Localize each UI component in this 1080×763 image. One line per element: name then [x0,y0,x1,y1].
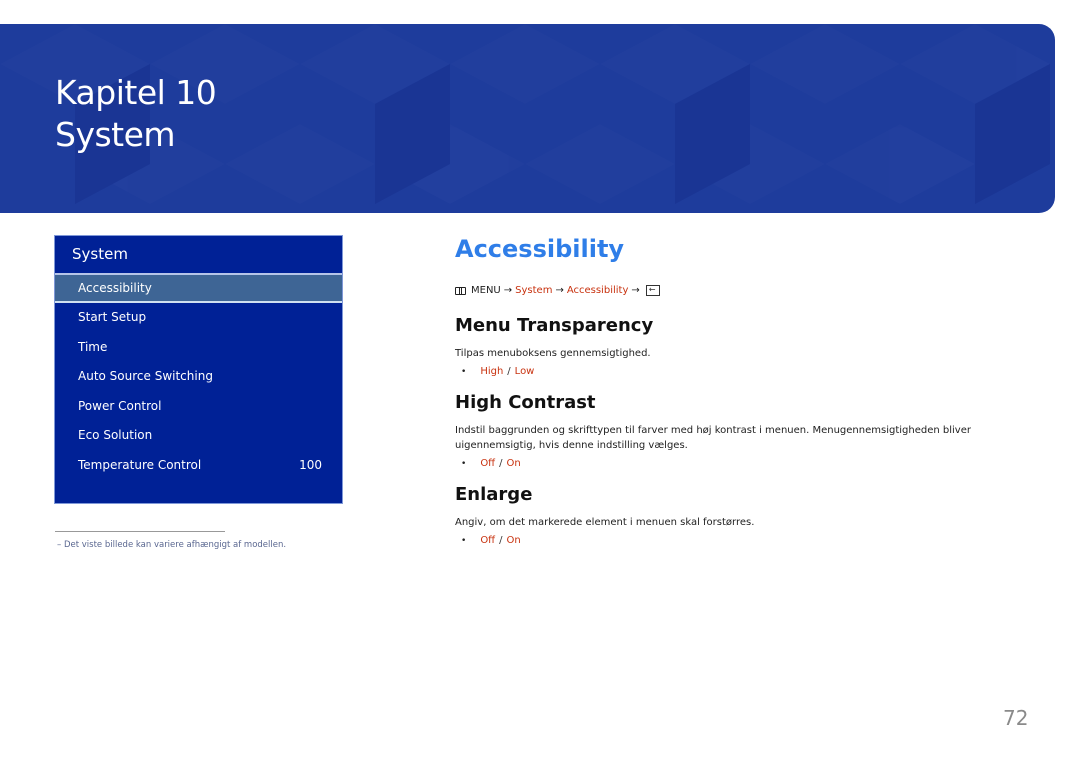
menu-item-start-setup[interactable]: Start Setup [55,303,342,333]
option-on: On [506,458,521,469]
menu-item-label: Eco Solution [78,428,153,443]
arrow-icon: → [555,285,564,296]
path-menu: MENU [471,285,501,296]
option-list: • Off / On [455,535,1015,546]
option-list: • High / Low [455,366,1015,377]
option-low: Low [514,366,535,377]
option-high: High [480,366,504,377]
menu-item-label: Power Control [78,398,162,413]
system-menu-panel: System Accessibility Start Setup Time Au… [55,236,342,503]
footnote-divider [55,531,225,532]
menu-item-power-control[interactable]: Power Control [55,392,342,422]
footnote: – Det viste billede kan variere afhængig… [57,540,287,550]
enter-icon: ← [645,285,660,296]
menu-item-temperature-control[interactable]: Temperature Control 100 [55,451,342,481]
menu-icon [455,286,466,295]
bullet: • [461,535,467,546]
menu-item-label: Accessibility [78,281,152,295]
bullet: • [461,366,467,377]
menu-path: MENU → System → Accessibility → ← [455,285,1015,296]
option-on: On [506,535,521,546]
separator: / [499,535,503,546]
menu-item-time[interactable]: Time [55,333,342,363]
content: Accessibility MENU → System → Accessibil… [455,233,1015,546]
section-menu-transparency: Menu Transparency Tilpas menuboksens gen… [455,314,1015,377]
section-heading: Accessibility [455,235,625,263]
menu-item-label: Auto Source Switching [78,369,213,384]
section-title: Enlarge [455,484,533,505]
option-list: • Off / On [455,458,1015,469]
menu-item-value: 100 [299,457,322,472]
chapter-banner: Kapitel 10 System [0,24,1055,213]
menu-item-accessibility[interactable]: Accessibility [55,275,342,303]
menu-item-label: Time [78,339,108,354]
menu-item-label: Start Setup [78,310,147,324]
section-description: Indstil baggrunden og skrifttypen til fa… [455,425,971,451]
menu-item-auto-source-switching[interactable]: Auto Source Switching [55,362,342,392]
panel-header: System [55,236,342,275]
section-title: High Contrast [455,392,596,413]
bullet: • [461,458,467,469]
separator: / [507,366,511,377]
chapter-title: System [55,115,176,154]
section-title: Menu Transparency [455,315,654,336]
path-accessibility: Accessibility [566,285,629,296]
page-number: 72 [1003,706,1029,730]
section-description: Tilpas menuboksens gennemsigtighed. [455,348,651,359]
arrow-icon: → [503,285,513,296]
option-off: Off [480,535,496,546]
section-description: Angiv, om det markerede element i menuen… [455,517,755,528]
separator: / [499,458,503,469]
menu-item-eco-solution[interactable]: Eco Solution [55,421,342,451]
option-off: Off [480,458,496,469]
chapter-number: Kapitel 10 [55,73,217,112]
arrow-icon: → [631,285,640,296]
menu-item-label: Temperature Control [78,457,202,472]
section-high-contrast: High Contrast Indstil baggrunden og skri… [455,391,1015,469]
section-enlarge: Enlarge Angiv, om det markerede element … [455,483,1015,546]
path-system: System [515,285,553,296]
